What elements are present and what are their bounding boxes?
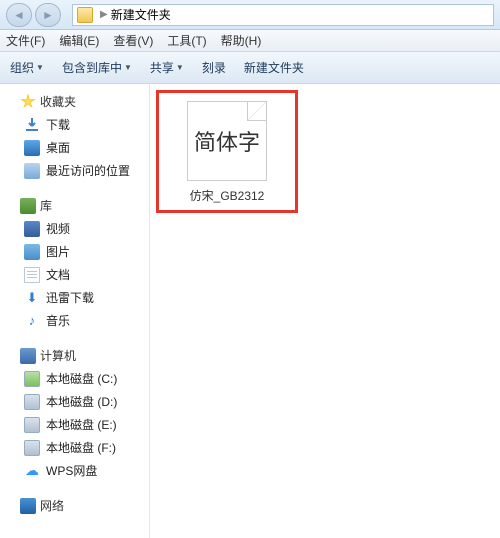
sidebar-item-documents[interactable]: 文档 (0, 263, 149, 286)
menubar: 文件(F) 编辑(E) 查看(V) 工具(T) 帮助(H) (0, 30, 500, 52)
document-icon (24, 267, 40, 283)
toolbar-organize[interactable]: 组织▼ (10, 59, 44, 76)
disk-icon (24, 394, 40, 410)
sidebar-group-favorites[interactable]: 收藏夹 (0, 90, 149, 113)
disk-icon (24, 417, 40, 433)
sidebar-item-disk-d[interactable]: 本地磁盘 (D:) (0, 390, 149, 413)
sidebar-group-network[interactable]: 网络 (0, 494, 149, 517)
back-button[interactable]: ◄ (6, 3, 32, 27)
sidebar-item-thunder[interactable]: ⬇迅雷下载 (0, 286, 149, 309)
video-icon (24, 221, 40, 237)
breadcrumb[interactable]: ▶ 新建文件夹 (72, 4, 494, 26)
cloud-icon: ☁ (24, 463, 40, 479)
sidebar-item-recent[interactable]: 最近访问的位置 (0, 159, 149, 182)
sidebar-item-downloads[interactable]: 下载 (0, 113, 149, 136)
content-pane[interactable]: 简体字 仿宋_GB2312 (150, 84, 500, 538)
file-name: 仿宋_GB2312 (187, 187, 267, 204)
sidebar-item-disk-f[interactable]: 本地磁盘 (F:) (0, 436, 149, 459)
file-item[interactable]: 简体字 仿宋_GB2312 (187, 101, 267, 204)
sidebar-group-computer[interactable]: 计算机 (0, 344, 149, 367)
sidebar-item-disk-e[interactable]: 本地磁盘 (E:) (0, 413, 149, 436)
sidebar-group-libraries[interactable]: 库 (0, 194, 149, 217)
sidebar-item-wps-cloud[interactable]: ☁WPS网盘 (0, 459, 149, 482)
menu-tools[interactable]: 工具(T) (167, 32, 206, 49)
desktop-icon (24, 140, 40, 156)
disk-icon (24, 440, 40, 456)
toolbar-share[interactable]: 共享▼ (150, 59, 184, 76)
picture-icon (24, 244, 40, 260)
forward-button[interactable]: ► (35, 3, 61, 27)
computer-icon (20, 348, 36, 364)
sidebar: 收藏夹 下载 桌面 最近访问的位置 库 视频 图片 文档 ⬇迅雷下载 ♪音乐 计… (0, 84, 150, 538)
folder-icon (77, 7, 93, 23)
sidebar-item-pictures[interactable]: 图片 (0, 240, 149, 263)
font-file-icon: 简体字 (187, 101, 267, 181)
sidebar-label: 网络 (40, 497, 64, 514)
menu-view[interactable]: 查看(V) (113, 32, 153, 49)
font-thumb-text: 简体字 (194, 125, 260, 157)
menu-help[interactable]: 帮助(H) (221, 32, 262, 49)
toolbar-include[interactable]: 包含到库中▼ (62, 59, 132, 76)
disk-icon (24, 371, 40, 387)
sidebar-label: 计算机 (40, 347, 76, 364)
sidebar-item-desktop[interactable]: 桌面 (0, 136, 149, 159)
recent-icon (24, 163, 40, 179)
breadcrumb-separator: ▶ (100, 9, 108, 20)
sidebar-item-videos[interactable]: 视频 (0, 217, 149, 240)
toolbar-burn[interactable]: 刻录 (202, 59, 226, 76)
toolbar-new-folder[interactable]: 新建文件夹 (244, 59, 304, 76)
menu-edit[interactable]: 编辑(E) (59, 32, 99, 49)
sidebar-item-disk-c[interactable]: 本地磁盘 (C:) (0, 367, 149, 390)
thunder-icon: ⬇ (24, 290, 40, 306)
sidebar-item-music[interactable]: ♪音乐 (0, 309, 149, 332)
menu-file[interactable]: 文件(F) (6, 32, 45, 49)
breadcrumb-current: 新建文件夹 (111, 6, 171, 23)
library-icon (20, 198, 36, 214)
network-icon (20, 498, 36, 514)
sidebar-label: 收藏夹 (40, 93, 76, 110)
sidebar-label: 库 (40, 197, 52, 214)
toolbar: 组织▼ 包含到库中▼ 共享▼ 刻录 新建文件夹 (0, 52, 500, 84)
highlight-box: 简体字 仿宋_GB2312 (156, 90, 298, 213)
star-icon (20, 94, 36, 110)
music-icon: ♪ (24, 313, 40, 329)
titlebar: ◄ ► ▶ 新建文件夹 (0, 0, 500, 30)
download-icon (24, 117, 40, 133)
